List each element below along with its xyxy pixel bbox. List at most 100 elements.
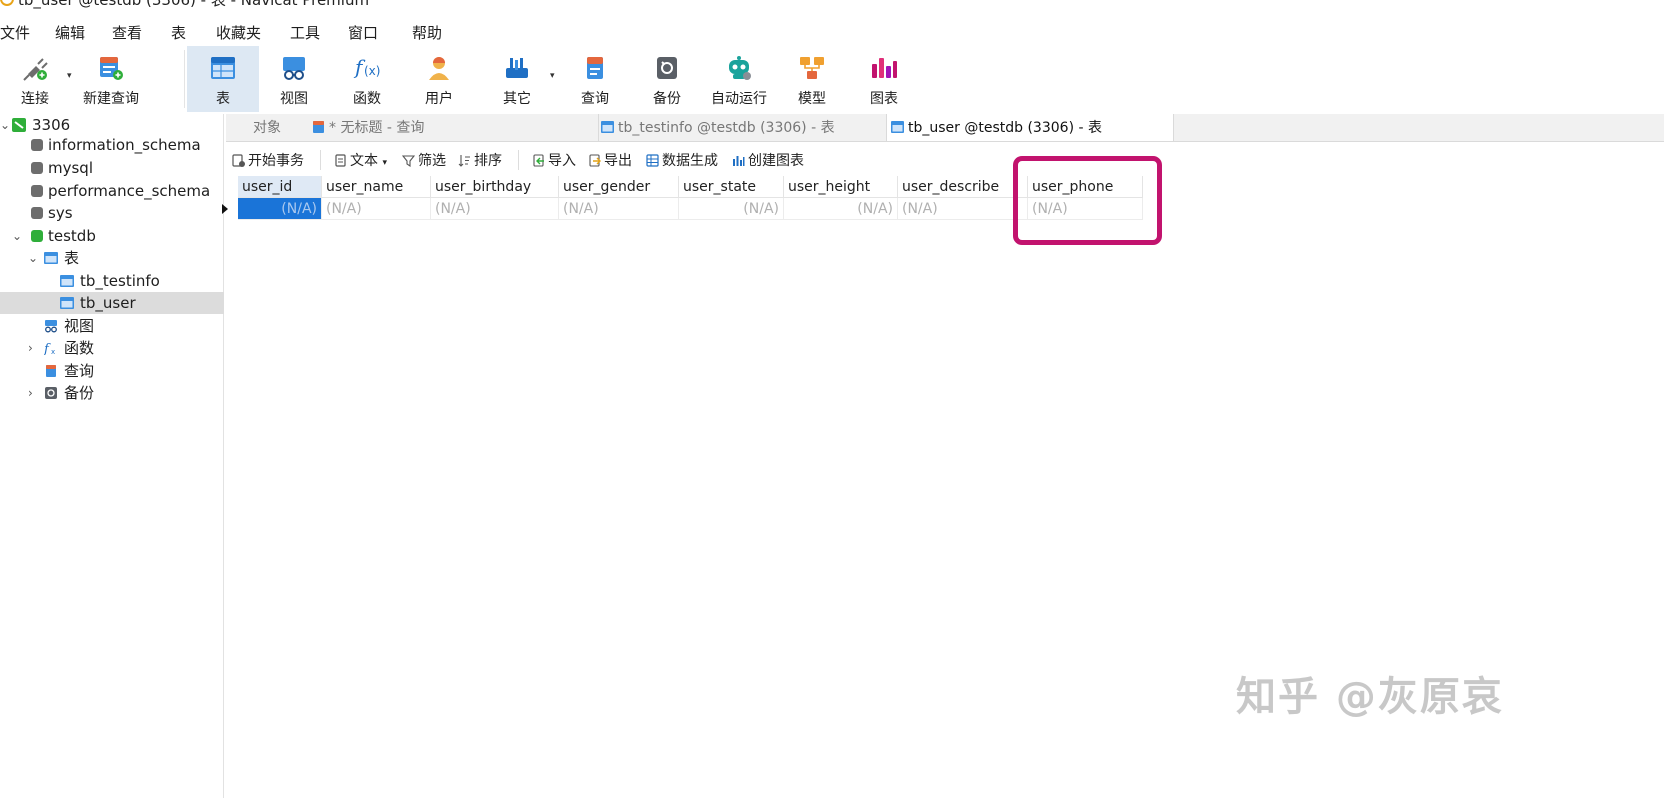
tree-group-tables[interactable]: ⌄ 表: [0, 247, 224, 269]
tree-table-tb-testinfo[interactable]: tb_testinfo: [0, 270, 224, 292]
tree-db-testdb[interactable]: ⌄ testdb: [0, 225, 224, 247]
table-icon: [44, 252, 58, 264]
column-header-user-describe[interactable]: user_describe: [898, 176, 1028, 198]
create-chart-button[interactable]: 创建图表: [732, 150, 804, 170]
cell-user-describe[interactable]: (N/A): [898, 198, 1028, 220]
auto-run-button[interactable]: 自动运行: [706, 46, 772, 112]
connect-dropdown-caret-icon[interactable]: ▾: [67, 71, 72, 81]
auto-run-label: 自动运行: [711, 91, 767, 107]
filter-label: 筛选: [418, 153, 446, 169]
text-dropdown-caret-icon[interactable]: ▾: [382, 158, 387, 168]
tree-label: testdb: [48, 227, 96, 245]
tree-group-functions[interactable]: › f x 函数: [0, 337, 224, 359]
table-icon: [891, 121, 904, 133]
toolbar-separator: [518, 150, 519, 170]
model-button[interactable]: 模型: [779, 46, 845, 112]
user-button[interactable]: 用户: [406, 46, 472, 112]
collapse-chevron-icon[interactable]: ⌄: [28, 247, 38, 269]
filter-icon: [402, 155, 415, 167]
transaction-icon: [232, 154, 245, 167]
tools-icon: [506, 58, 528, 78]
database-icon: [31, 162, 43, 174]
column-header-user-id[interactable]: user_id: [238, 176, 322, 198]
filter-button[interactable]: 筛选: [402, 150, 446, 170]
tree-label: 函数: [64, 339, 95, 357]
import-button[interactable]: 导入: [532, 150, 576, 170]
data-generation-icon: [646, 154, 659, 167]
tab-tb-user[interactable]: tb_user @testdb (3306) - 表: [886, 114, 1174, 141]
column-header-user-birthday[interactable]: user_birthday: [431, 176, 559, 198]
backup-button[interactable]: 备份: [634, 46, 700, 112]
text-view-button[interactable]: 文本 ▾: [334, 150, 387, 170]
chart-label: 图表: [870, 91, 898, 107]
column-header-user-name[interactable]: user_name: [322, 176, 431, 198]
menu-favorites[interactable]: 收藏夹: [216, 22, 261, 43]
tab-label: tb_user @testdb (3306) - 表: [908, 120, 1102, 136]
sort-label: 排序: [474, 153, 502, 169]
tree-group-backups[interactable]: › 备份: [0, 382, 224, 404]
import-label: 导入: [548, 153, 576, 169]
menu-file[interactable]: 文件: [0, 22, 30, 43]
column-header-user-height[interactable]: user_height: [784, 176, 898, 198]
begin-transaction-button[interactable]: 开始事务: [232, 150, 304, 170]
table-label: 表: [216, 91, 230, 107]
other-dropdown-caret-icon[interactable]: ▾: [550, 71, 555, 81]
current-row-marker-icon: [222, 204, 228, 214]
collapse-chevron-icon[interactable]: ⌄: [12, 225, 22, 247]
tree-label: information_schema: [48, 136, 201, 154]
function-button[interactable]: f (x) 函数: [334, 46, 400, 112]
sort-button[interactable]: 排序: [458, 150, 502, 170]
query-button[interactable]: 查询: [562, 46, 628, 112]
column-header-user-state[interactable]: user_state: [679, 176, 784, 198]
menu-view[interactable]: 查看: [112, 22, 142, 43]
tab-untitled-query[interactable]: * 无标题 - 查询: [310, 114, 596, 141]
data-generation-label: 数据生成: [662, 153, 718, 169]
export-button[interactable]: 导出: [588, 150, 632, 170]
query-icon: [587, 57, 603, 79]
tab-objects[interactable]: 对象: [226, 114, 308, 141]
svg-text:f: f: [44, 342, 51, 355]
sort-icon: [458, 155, 470, 167]
menu-tools[interactable]: 工具: [290, 22, 320, 43]
table-icon: [60, 297, 74, 309]
data-generation-button[interactable]: 数据生成: [646, 150, 718, 170]
tree-db-information-schema[interactable]: information_schema: [0, 134, 224, 156]
collapse-chevron-icon[interactable]: ⌄: [0, 114, 10, 136]
backup-icon: [45, 387, 57, 399]
tree-table-tb-user[interactable]: tb_user: [0, 292, 224, 314]
view-label: 视图: [280, 91, 308, 107]
tree-connection-3306[interactable]: ⌄ 3306: [0, 114, 224, 136]
plug-icon: [23, 58, 48, 81]
cell-user-height[interactable]: (N/A): [784, 198, 898, 220]
tree-db-performance-schema[interactable]: performance_schema: [0, 180, 224, 202]
cell-user-name[interactable]: (N/A): [322, 198, 431, 220]
cell-user-state[interactable]: (N/A): [679, 198, 784, 220]
menu-table[interactable]: 表: [171, 22, 186, 43]
menu-edit[interactable]: 编辑: [55, 22, 85, 43]
chart-button[interactable]: 图表: [851, 46, 917, 112]
cell-user-id[interactable]: (N/A): [238, 198, 322, 220]
expand-chevron-icon[interactable]: ›: [28, 337, 33, 359]
table-button[interactable]: 表: [187, 46, 259, 112]
tree-db-mysql[interactable]: mysql: [0, 157, 224, 179]
bar-chart-icon: [733, 156, 745, 166]
tree-label: tb_testinfo: [80, 272, 160, 290]
tab-tb-testinfo[interactable]: tb_testinfo @testdb (3306) - 表: [598, 114, 884, 141]
watermark: 知乎 @灰原哀: [1236, 674, 1504, 720]
column-header-user-gender[interactable]: user_gender: [559, 176, 679, 198]
new-query-button[interactable]: 新建查询: [78, 46, 144, 112]
menu-help[interactable]: 帮助: [412, 22, 442, 43]
function-label: 函数: [353, 91, 381, 107]
tree-db-sys[interactable]: sys: [0, 202, 224, 224]
other-button[interactable]: 其它: [484, 46, 550, 112]
cell-user-gender[interactable]: (N/A): [559, 198, 679, 220]
database-icon: [31, 139, 43, 151]
connect-button[interactable]: 连接: [6, 46, 64, 112]
view-button[interactable]: 视图: [262, 46, 326, 112]
cell-user-birthday[interactable]: (N/A): [431, 198, 559, 220]
menu-window[interactable]: 窗口: [348, 22, 378, 43]
expand-chevron-icon[interactable]: ›: [28, 382, 33, 404]
export-icon: [589, 154, 601, 167]
tree-group-views[interactable]: 视图: [0, 315, 224, 337]
tree-group-queries[interactable]: 查询: [0, 360, 224, 382]
